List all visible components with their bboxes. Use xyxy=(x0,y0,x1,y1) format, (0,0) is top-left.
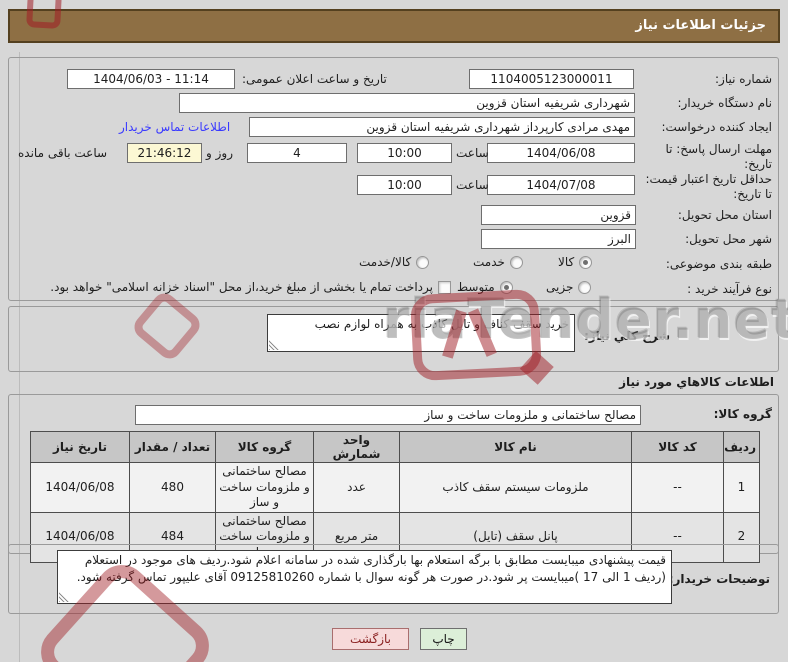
general-description-textarea[interactable]: خرید سقف کناف و تایل کاذب به همراه لوازم… xyxy=(267,314,575,352)
back-button[interactable]: بازگشت xyxy=(332,628,409,650)
buyer-notes-textarea[interactable]: قیمت پیشنهادی میبایست مطابق با برگه استع… xyxy=(57,550,672,604)
need-info-groupbox: شماره نیاز: 1104005123000011 تاریخ و ساع… xyxy=(8,57,779,301)
days-and-label: روز و xyxy=(206,146,233,160)
buyer-org-field[interactable]: شهرداری شریفیه استان قزوین xyxy=(179,93,635,113)
cell-item-code: -- xyxy=(631,462,724,513)
general-description-label: شرح کلي نیاز: xyxy=(584,329,670,343)
radio-option-service[interactable]: خدمت xyxy=(473,255,523,269)
buyer-notes-groupbox: توضیحات خریدار: قیمت پیشنهادی میبایست مط… xyxy=(8,544,779,614)
goods-group-label: گروه کالا: xyxy=(713,407,772,421)
goods-groupbox: گروه کالا: مصالح ساختمانی و ملزومات ساخت… xyxy=(8,394,779,563)
response-deadline-label: مهلت ارسال پاسخ: تا تاریخ: xyxy=(665,142,772,171)
general-description-groupbox: شرح کلي نیاز: خرید سقف کناف و تایل کاذب … xyxy=(8,306,779,372)
print-button[interactable]: چاپ xyxy=(420,628,467,650)
buyer-org-label: نام دستگاه خریدار: xyxy=(677,96,773,110)
radio-label: کالا xyxy=(558,255,575,269)
radio-icon[interactable] xyxy=(579,255,593,269)
price-validity-date-field[interactable]: 1404/07/08 xyxy=(487,175,635,195)
delivery-city-field[interactable]: البرز xyxy=(481,229,636,249)
radio-option-goods-service[interactable]: کالا/خدمت xyxy=(359,255,430,269)
days-remaining-field[interactable]: 4 xyxy=(247,143,347,163)
radio-label: کالا/خدمت xyxy=(359,255,412,269)
goods-table-header-row: ردیف کد کالا نام کالا واحد شمارش گروه کا… xyxy=(30,431,760,463)
need-details-page: جزئیات اطلاعات نیاز شماره نیاز: 11040051… xyxy=(0,0,788,662)
page-title: جزئیات اطلاعات نیاز xyxy=(8,9,780,43)
announce-datetime-field[interactable]: 1404/06/03 - 11:14 xyxy=(67,69,235,89)
table-row: 1 -- ملزومات سیستم سقف کاذب عدد مصالح سا… xyxy=(30,462,760,513)
radio-label: جزیی xyxy=(546,280,574,294)
buyer-contact-link[interactable]: اطلاعات تماس خریدار xyxy=(119,120,230,134)
creator-label: ایجاد کننده درخواست: xyxy=(661,120,772,134)
buyer-notes-label: توضیحات خریدار: xyxy=(668,572,770,586)
announce-datetime-label: تاریخ و ساعت اعلان عمومی: xyxy=(242,72,387,86)
buyer-notes-value: قیمت پیشنهادی میبایست مطابق با برگه استع… xyxy=(76,553,666,585)
resize-handle-icon[interactable] xyxy=(269,340,279,350)
radio-label: متوسط xyxy=(457,280,495,294)
response-deadline-time-field[interactable]: 10:00 xyxy=(357,143,452,163)
price-validity-time-field[interactable]: 10:00 xyxy=(357,175,452,195)
radio-icon[interactable] xyxy=(509,255,523,269)
cell-group: مصالح ساختمانی و ملزومات ساخت و ساز xyxy=(215,462,314,513)
radio-option-partial[interactable]: جزیی xyxy=(546,280,592,294)
goods-section-header: اطلاعات کالاهاي مورد نیاز xyxy=(619,375,774,389)
need-number-label: شماره نیاز: xyxy=(715,72,772,86)
resize-handle-icon[interactable] xyxy=(59,592,69,602)
goods-table: ردیف کد کالا نام کالا واحد شمارش گروه کا… xyxy=(30,431,760,563)
delivery-province-label: استان محل تحویل: xyxy=(677,208,772,222)
cell-item-name: ملزومات سیستم سقف کاذب xyxy=(399,462,632,513)
treasury-checkbox-label: پرداخت تمام یا بخشی از مبلغ خرید،از محل … xyxy=(50,280,433,294)
validity-hour-label: ساعت xyxy=(456,178,489,192)
creator-field[interactable]: مهدی مرادی کارپرداز شهرداری شریفیه استان… xyxy=(249,117,635,137)
cell-need-date: 1404/06/08 xyxy=(30,462,130,513)
radio-option-medium[interactable]: متوسط xyxy=(457,280,513,294)
radio-label: خدمت xyxy=(473,255,505,269)
col-header-quantity: تعداد / مقدار xyxy=(129,431,216,463)
response-deadline-date-field[interactable]: 1404/06/08 xyxy=(487,143,635,163)
treasury-checkbox-row[interactable]: پرداخت تمام یا بخشی از مبلغ خرید،از محل … xyxy=(23,280,451,294)
col-header-item-code: کد کالا xyxy=(631,431,724,463)
col-header-unit: واحد شمارش xyxy=(313,431,400,463)
col-header-group: گروه کالا xyxy=(215,431,314,463)
price-validity-label: حداقل تاریخ اعتبار قیمت: تا تاریخ: xyxy=(645,172,772,201)
col-header-item-name: نام کالا xyxy=(399,431,632,463)
checkbox-icon[interactable] xyxy=(438,280,451,294)
radio-icon[interactable] xyxy=(578,280,592,294)
time-remaining-label: ساعت باقی مانده xyxy=(18,146,108,160)
cell-row-no: 1 xyxy=(723,462,760,513)
radio-option-goods[interactable]: کالا xyxy=(558,255,593,269)
goods-group-field[interactable]: مصالح ساختمانی و ملزومات ساخت و ساز xyxy=(135,405,641,425)
col-header-need-date: تاریخ نیاز xyxy=(30,431,130,463)
col-header-row-no: ردیف xyxy=(723,431,760,463)
need-number-field[interactable]: 1104005123000011 xyxy=(469,69,634,89)
cell-unit: عدد xyxy=(313,462,400,513)
subject-classification-label: طبقه بندی موضوعی: xyxy=(665,257,772,271)
delivery-city-label: شهر محل تحویل: xyxy=(685,232,772,246)
radio-icon[interactable] xyxy=(416,255,430,269)
cell-quantity: 480 xyxy=(129,462,216,513)
radio-icon[interactable] xyxy=(499,280,513,294)
purchase-process-label: نوع فرآیند خرید : xyxy=(687,282,772,296)
delivery-province-field[interactable]: قزوین xyxy=(481,205,636,225)
time-remaining-field: 21:46:12 xyxy=(127,143,202,163)
deadline-hour-label: ساعت xyxy=(456,146,489,160)
general-description-value: خرید سقف کناف و تایل کاذب به همراه لوازم… xyxy=(314,317,569,331)
